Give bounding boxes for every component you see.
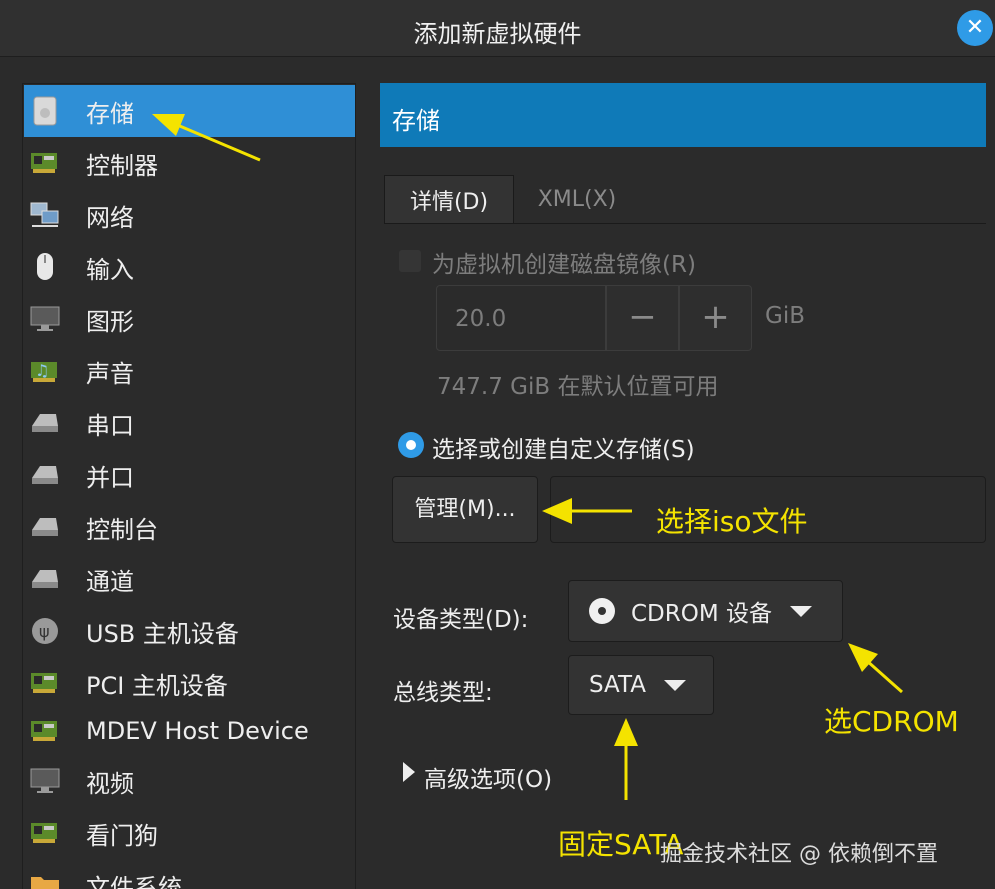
annotation-arrow-device xyxy=(865,658,903,694)
annotation-cdrom: 选CDROM xyxy=(824,705,959,738)
annotation-arrow-storage xyxy=(174,122,261,162)
annotation-arrowhead-storage xyxy=(152,114,185,136)
annotation-iso: 选择iso文件 xyxy=(656,505,808,538)
annotation-arrowhead-manage xyxy=(542,498,572,524)
annotation-arrowhead-bus xyxy=(614,718,638,746)
watermark: 掘金技术社区 @ 依赖倒不置 xyxy=(660,842,938,867)
annotation-arrows xyxy=(152,114,903,800)
